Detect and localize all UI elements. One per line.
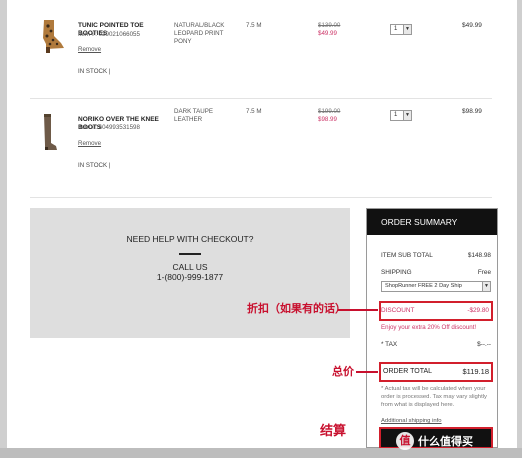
watermark: 值 什么值得买 [396,430,473,452]
phone-number[interactable]: 1-(800)-999-1877 [30,272,350,282]
product-thumbnail-knee-boots[interactable] [30,112,70,152]
cart-row: TUNIC POINTED TOE BOOTIES Item #: 029021… [30,4,492,99]
shipping-method-value: ShopRunner FREE 2 Day Ship [385,283,462,289]
checkout-help-panel: NEED HELP WITH CHECKOUT? CALL US 1-(800)… [30,208,350,338]
order-summary-panel: ORDER SUMMARY ITEM SUB TOTAL $148.98 SHI… [366,208,498,449]
sale-price: $49.99 [318,30,337,37]
help-title: NEED HELP WITH CHECKOUT? [126,234,254,244]
discount-annotation: 折扣（如果有的话） [247,302,346,315]
stock-status: IN STOCK | [78,68,111,75]
order-total-value: $119.18 [462,367,489,376]
shipping-method-select[interactable]: ShopRunner FREE 2 Day Ship ▼ [381,281,491,292]
product-item-number: Item #: 029021066055 [78,31,140,38]
product-color: NATURAL/BLACK LEOPARD PRINT PONY [174,22,225,45]
order-total-label: ORDER TOTAL [383,368,433,375]
product-size: 7.5 M [246,22,262,29]
shipping-label: SHIPPING [381,269,412,276]
chevron-down-icon[interactable]: ▼ [482,282,490,291]
remove-link[interactable]: Remove [78,140,101,147]
shipping-value: Free [477,269,491,276]
watermark-logo-icon: 值 [396,432,414,450]
line-total: $49.99 [462,22,482,29]
discount-annotation-arrow [338,309,378,311]
product-item-number: Item #: 604993531598 [78,124,140,131]
order-summary-heading: ORDER SUMMARY [367,209,497,235]
tax-value: $--.-- [477,341,491,348]
sale-price: $98.99 [318,116,337,123]
product-color: DARK TAUPE LEATHER [174,108,213,123]
quantity-select[interactable]: 1 ▼ [390,110,412,121]
quantity-value: 1 [394,26,398,32]
original-price: $139.00 [318,22,341,29]
original-price: $199.00 [318,108,341,115]
subtotal-label: ITEM SUB TOTAL [381,252,433,259]
remove-link[interactable]: Remove [78,46,101,53]
quantity-value: 1 [394,112,398,118]
right-frame-border [517,0,522,458]
product-thumbnail-booties[interactable] [30,16,70,56]
promo-message: Enjoy your extra 20% Off discount! [381,324,477,331]
stock-status: IN STOCK | [78,162,111,169]
divider [179,253,201,255]
quantity-select[interactable]: 1 ▼ [390,24,412,35]
watermark-text: 什么值得买 [418,435,473,448]
tax-label: * TAX [381,341,398,348]
cart-row: NORIKO OVER THE KNEE BOOTS Item #: 60499… [30,100,492,198]
total-annotation-arrow [356,371,378,373]
subtotal-value: $148.98 [467,252,491,259]
discount-label: DISCOUNT [381,307,415,314]
chevron-down-icon[interactable]: ▼ [403,25,411,34]
checkout-annotation: 结算 [320,424,347,439]
line-total: $98.99 [462,108,482,115]
product-size: 7.5 M [246,108,262,115]
discount-value: -$29.80 [467,307,489,314]
additional-shipping-link[interactable]: Additional shipping info [381,418,442,424]
tax-note: * Actual tax will be calculated when you… [381,386,487,408]
total-annotation: 总价 [332,365,354,378]
call-us-label: CALL US [172,262,208,272]
chevron-down-icon[interactable]: ▼ [403,111,411,120]
left-frame-border [0,0,7,458]
